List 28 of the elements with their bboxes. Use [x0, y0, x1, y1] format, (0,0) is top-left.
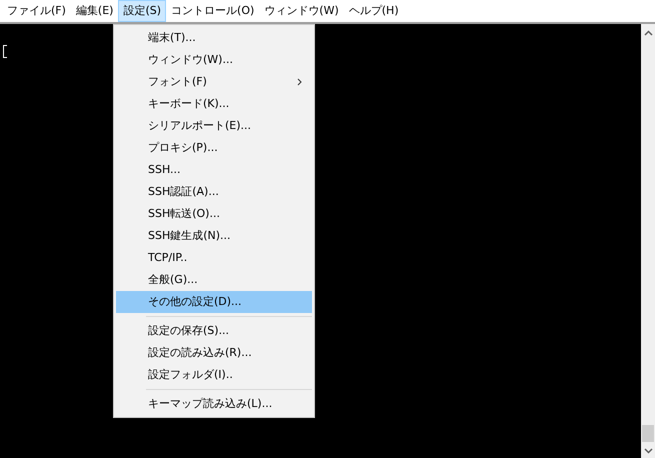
- menu-item[interactable]: シリアルポート(E)...: [116, 115, 312, 137]
- menu-item[interactable]: キーマップ読み込み(L)...: [116, 393, 312, 415]
- menu-item[interactable]: SSH鍵生成(N)...: [116, 225, 312, 247]
- menu-item[interactable]: プロキシ(P)...: [116, 137, 312, 159]
- menu-item[interactable]: 設定の読み込み(R)...: [116, 342, 312, 364]
- scrollbar[interactable]: [641, 24, 655, 458]
- terminal-cursor: [3, 45, 7, 58]
- menu-item[interactable]: キーボード(K)...: [116, 93, 312, 115]
- menu-bar-item[interactable]: コントロール(O): [166, 0, 260, 22]
- menu-item[interactable]: TCP/IP..: [116, 247, 312, 269]
- menu-item[interactable]: SSH...: [116, 159, 312, 181]
- menu-bar-item[interactable]: 編集(E): [70, 0, 118, 22]
- menu-bar-item[interactable]: ヘルプ(H): [344, 0, 404, 22]
- menu-bar-item[interactable]: ウィンドウ(W): [259, 0, 344, 22]
- scroll-down-icon[interactable]: [644, 448, 652, 454]
- menu-bar-item[interactable]: ファイル(F): [2, 0, 71, 22]
- menu-bar-item[interactable]: 設定(S): [118, 0, 166, 22]
- menu-item[interactable]: SSH転送(O)...: [116, 203, 312, 225]
- scroll-thumb[interactable]: [642, 425, 654, 442]
- menu-item[interactable]: 全般(G)...: [116, 269, 312, 291]
- menu-item[interactable]: 設定の保存(S)...: [116, 320, 312, 342]
- menu-item[interactable]: ウィンドウ(W)...: [116, 49, 312, 71]
- menu-item[interactable]: フォント(F): [116, 71, 312, 93]
- menu-item[interactable]: 端末(T)...: [116, 27, 312, 49]
- menu-item[interactable]: その他の設定(D)...: [116, 291, 312, 313]
- menu-item[interactable]: SSH認証(A)...: [116, 181, 312, 203]
- scroll-up-icon[interactable]: [644, 30, 652, 36]
- menu-item[interactable]: 設定フォルダ(I)..: [116, 364, 312, 386]
